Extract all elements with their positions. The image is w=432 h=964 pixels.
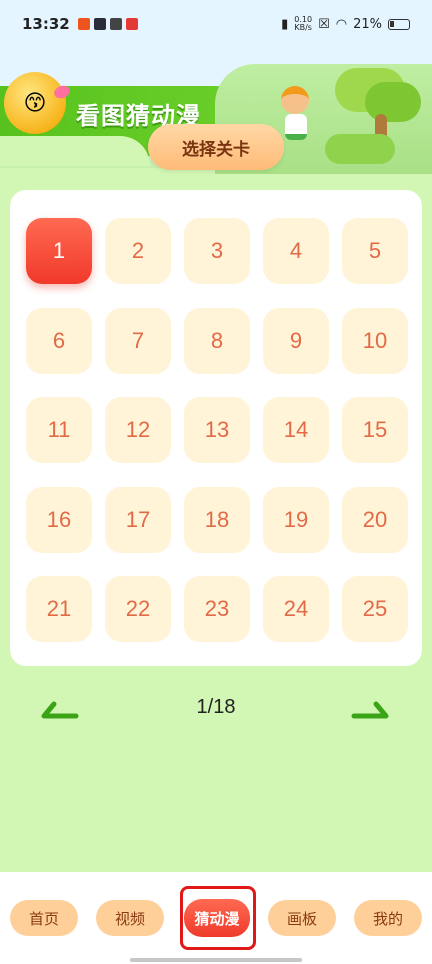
battery-icon: [388, 18, 410, 30]
next-page-arrow-icon[interactable]: [350, 698, 390, 720]
level-button[interactable]: 9: [263, 307, 329, 374]
wifi-icon: ◠: [335, 16, 348, 32]
level-button[interactable]: 8: [184, 307, 250, 374]
level-button[interactable]: 3: [184, 218, 250, 284]
level-button[interactable]: 1: [26, 218, 92, 284]
level-button[interactable]: 7: [105, 307, 171, 374]
status-bar: 13:32 ▮ 0.10 KB/s ☒ ◠ 21%: [0, 0, 432, 48]
tree-foliage: [365, 82, 421, 122]
character-body: [285, 114, 307, 140]
no-sim-icon: ☒: [318, 16, 330, 32]
tab-video[interactable]: 视频: [96, 900, 164, 936]
level-button[interactable]: 11: [26, 397, 92, 463]
app-notification-icon: [77, 18, 90, 30]
level-button[interactable]: 23: [184, 576, 250, 642]
level-button[interactable]: 4: [263, 218, 329, 284]
level-button[interactable]: 20: [342, 486, 408, 553]
bush-illustration: [325, 134, 395, 164]
home-indicator[interactable]: [130, 958, 302, 962]
battery-percent: 21%: [353, 16, 382, 32]
video-app-icon: [93, 18, 106, 30]
status-time: 13:32: [22, 15, 70, 33]
level-grid: 1 2 3 4 5 6 7 8 9 10 11 12 13 14 15 16 17 18 19 20 21 22 23 24 2…: [26, 218, 408, 642]
level-button[interactable]: 2: [105, 218, 171, 284]
mascot-emoji-icon: 😙: [4, 72, 66, 134]
active-tab-highlight: [180, 886, 256, 950]
tab-profile[interactable]: 我的: [354, 900, 422, 936]
news-app-icon: [125, 18, 138, 30]
level-button[interactable]: 19: [263, 486, 329, 553]
pagination: 1/18: [0, 692, 432, 728]
level-button[interactable]: 17: [105, 486, 171, 553]
level-button[interactable]: 25: [342, 576, 408, 642]
level-button[interactable]: 5: [342, 218, 408, 284]
network-speed: 0.10 KB/s: [294, 16, 312, 32]
level-button[interactable]: 16: [26, 486, 92, 553]
tab-home[interactable]: 首页: [10, 900, 78, 936]
level-button[interactable]: 6: [26, 307, 92, 374]
level-button[interactable]: 22: [105, 576, 171, 642]
link-app-icon: [109, 18, 122, 30]
level-button[interactable]: 14: [263, 397, 329, 463]
character-head: [281, 86, 309, 114]
level-button[interactable]: 24: [263, 576, 329, 642]
level-button[interactable]: 12: [105, 397, 171, 463]
level-button[interactable]: 15: [342, 397, 408, 463]
level-button[interactable]: 10: [342, 307, 408, 374]
level-grid-card: 1 2 3 4 5 6 7 8 9 10 11 12 13 14 15 16 17 18 19 20 21 22 23 24 2…: [10, 190, 422, 666]
level-button[interactable]: 18: [184, 486, 250, 553]
vibrate-icon: ▮: [281, 16, 289, 32]
level-button[interactable]: 21: [26, 576, 92, 642]
tab-drawing-board[interactable]: 画板: [268, 900, 336, 936]
select-level-button[interactable]: 选择关卡: [148, 124, 284, 170]
level-button[interactable]: 13: [184, 397, 250, 463]
network-speed-unit: KB/s: [294, 23, 312, 32]
